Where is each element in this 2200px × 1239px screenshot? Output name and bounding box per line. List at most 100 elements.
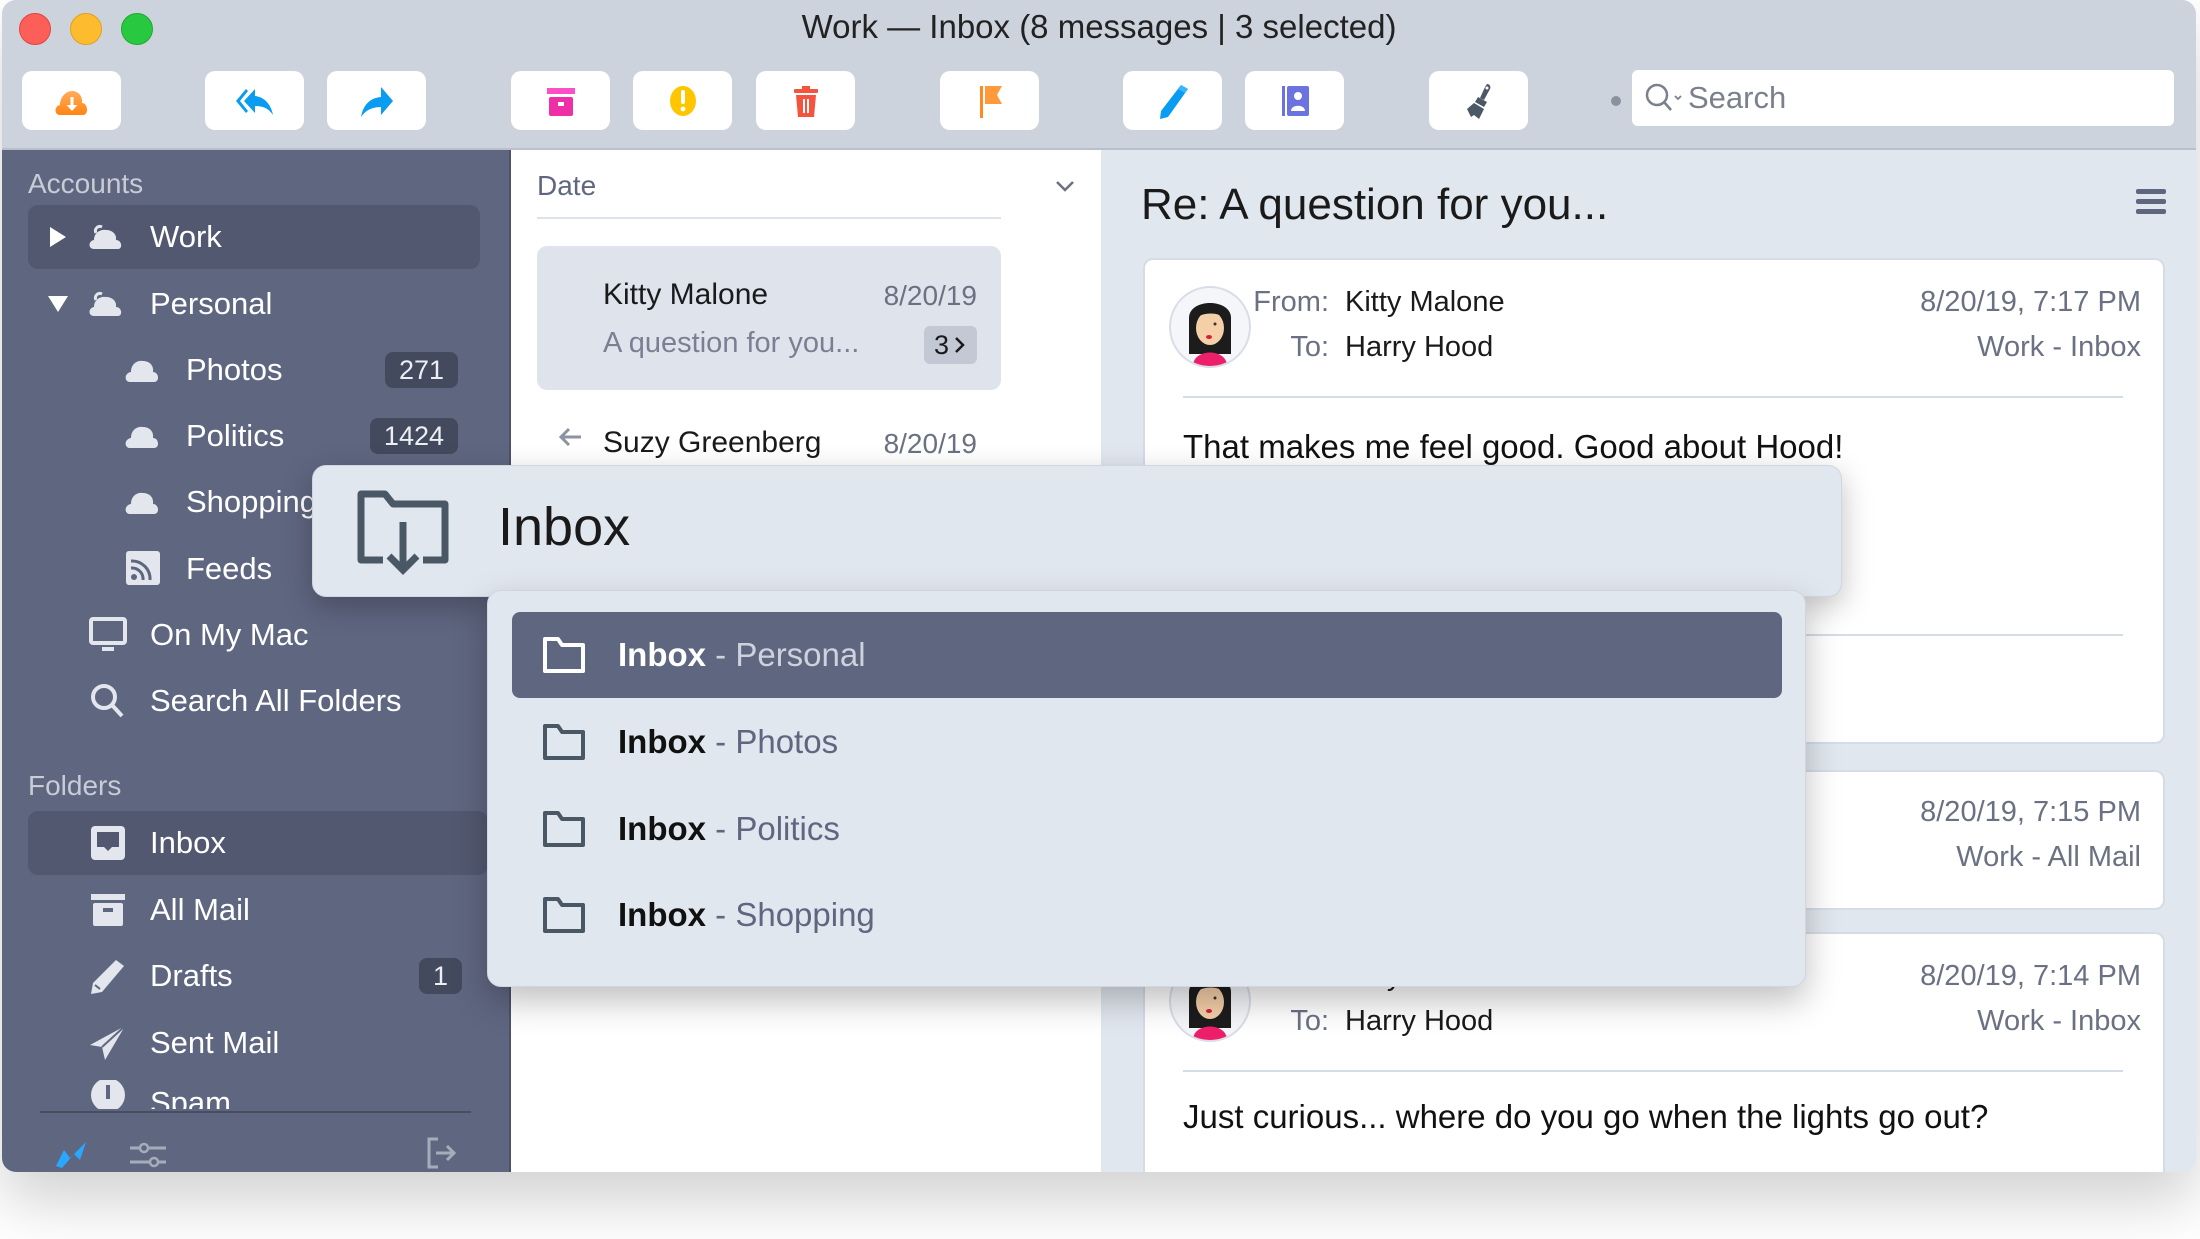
folder-suggestions-list: Inbox - Personal Inbox - Photos Inbox - … [487,590,1806,987]
header-divider [1183,396,2123,398]
suggestion-account: Politics [735,810,840,847]
sidebar-item-label: Inbox [150,825,226,860]
sort-divider [537,217,1001,219]
to-name[interactable]: Harry Hood [1345,331,1493,364]
popup-query[interactable]: Inbox [498,496,630,558]
from-label: From: [1253,286,1329,318]
message-list-item[interactable]: Kitty Malone 8/20/19 A question for you.… [537,246,1001,390]
paper-plane-icon [90,1025,126,1060]
logout-icon[interactable] [424,1136,458,1170]
sliders-icon[interactable] [130,1140,166,1170]
unread-count-badge: 1424 [369,418,458,454]
inbox-icon [91,826,125,860]
sidebar-item-label: Drafts [150,958,233,993]
folders-section-label: Folders [28,770,122,801]
brush-icon [1466,83,1490,119]
go-to-folder-popup: Inbox [312,465,1842,597]
reply-all-button[interactable] [205,71,304,130]
chevron-down-icon[interactable] [1053,174,1077,198]
cloud-download-icon [55,90,87,115]
suggestion-label: Inbox - Politics [618,810,840,848]
to-label: To: [1290,331,1329,363]
sidebar-item-all-mail[interactable]: All Mail [28,878,480,942]
sidebar-item-search-all-folders[interactable]: Search All Folders [28,669,480,733]
suggestion-folder: Inbox [618,636,706,673]
search-field[interactable] [1632,70,2174,126]
cloud-icon [125,426,159,448]
suggestion-item-inbox-photos[interactable]: Inbox - Photos [512,699,1782,785]
archive-button[interactable] [511,71,610,130]
suggestion-separator: - [706,636,736,673]
spam-button[interactable] [633,71,732,130]
sidebar-item-label: Sent Mail [150,1025,280,1060]
hamburger-menu-icon[interactable] [2134,186,2168,216]
replied-arrow-icon [558,427,581,447]
suggestion-item-inbox-politics[interactable]: Inbox - Politics [512,786,1782,872]
disclosure-right-icon[interactable] [46,225,70,249]
folder-download-icon [357,490,449,575]
sidebar-item-label: Photos [186,352,283,387]
sidebar-item-politics[interactable]: Politics 1424 [28,404,480,468]
message-subject: A question for you... [603,327,860,359]
forward-button[interactable] [327,71,426,130]
disclosure-down-icon[interactable] [46,292,70,316]
compose-button[interactable] [1123,71,1222,130]
suggestion-separator: - [706,723,736,760]
folder-icon [543,724,585,760]
suggestion-separator: - [706,810,736,847]
to-name[interactable]: Harry Hood [1345,1005,1493,1038]
reply-all-icon [235,88,273,115]
cloud-icon [89,292,122,316]
folder-icon [543,811,585,847]
sidebar-scroll-clip: Spam [2,1080,509,1109]
sidebar-footer-divider [40,1111,471,1113]
sidebar-item-personal[interactable]: Personal [28,272,480,336]
flag-button[interactable] [940,71,1039,130]
sidebar-item-sent-mail[interactable]: Sent Mail [28,1011,480,1075]
folder-icon [543,897,585,933]
sidebar-item-label: Politics [186,418,285,453]
message-body: Just curious... where do you go when the… [1183,1098,1989,1135]
message-body: That makes me feel good. Good about Hood… [1183,428,1844,465]
archive-icon [91,894,125,926]
cloud-icon [125,360,159,382]
message-folder: Work - Inbox [1977,331,2141,363]
thread-count-badge[interactable]: 3 [923,326,977,364]
sidebar-item-inbox[interactable]: Inbox [28,811,488,875]
suggestion-item-inbox-personal[interactable]: Inbox - Personal [512,612,1782,698]
rss-icon [126,551,160,585]
delete-button[interactable] [756,71,855,130]
message-folder: Work - All Mail [1956,841,2141,873]
chevron-right-icon [955,337,965,353]
suggestion-label: Inbox - Photos [618,723,838,761]
conversation-subject: Re: A question for you... [1141,180,1609,229]
sidebar-item-drafts[interactable]: Drafts 1 [28,944,480,1008]
sidebar: Accounts Work Personal Photos 271 Politi… [2,150,509,1172]
sidebar-item-label: Personal [150,286,273,321]
sidebar-item-label: Shopping [186,484,318,519]
window-title: Work — Inbox (8 messages | 3 selected) [801,8,1397,45]
cleanup-button[interactable] [1429,71,1528,130]
unread-count-badge: 271 [384,352,458,388]
sidebar-item-spam[interactable]: Spam [28,1080,480,1109]
forward-icon [360,86,393,117]
sidebar-item-photos[interactable]: Photos 271 [28,338,480,402]
get-mail-button[interactable] [22,71,121,130]
suggestion-folder: Inbox [618,810,706,847]
contacts-button[interactable] [1245,71,1344,130]
suggestion-account: Personal [735,636,866,673]
message-sender: Suzy Greenberg [603,426,822,459]
suggestion-item-inbox-shopping[interactable]: Inbox - Shopping [512,872,1782,958]
sidebar-item-on-my-mac[interactable]: On My Mac [28,603,480,667]
search-icon [91,684,124,718]
suggestion-folder: Inbox [618,723,706,760]
to-label: To: [1290,1005,1329,1037]
from-name[interactable]: Kitty Malone [1345,286,1505,319]
activity-icon[interactable] [54,1140,88,1168]
search-input[interactable] [1686,79,2130,117]
sort-by-label[interactable]: Date [537,170,596,202]
message-datetime: 8/20/19, 7:15 PM [1920,796,2141,828]
sidebar-item-work[interactable]: Work [28,205,480,269]
pencil-icon [1159,84,1188,119]
message-sender: Kitty Malone [603,278,769,311]
